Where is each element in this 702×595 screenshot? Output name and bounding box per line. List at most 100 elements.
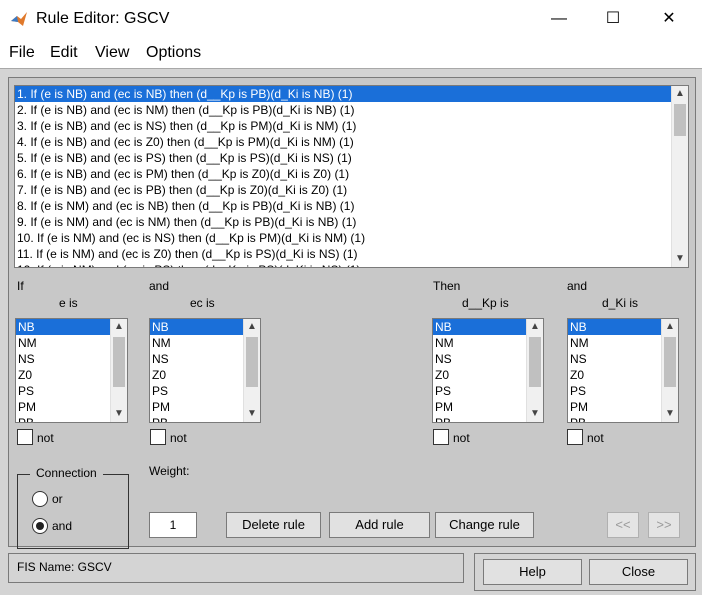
scroll-up-icon[interactable]: ▲ xyxy=(111,319,127,335)
window-title: Rule Editor: GSCV xyxy=(36,10,170,27)
matlab-icon xyxy=(11,12,27,26)
not-e-label: not xyxy=(37,431,54,445)
weight-label: Weight: xyxy=(149,464,190,478)
list-item[interactable]: Z0 xyxy=(433,367,526,383)
scroll-down-icon[interactable]: ▼ xyxy=(111,406,127,422)
fis-name-status: FIS Name: GSCV xyxy=(17,560,112,574)
scroll-up-icon[interactable]: ▲ xyxy=(662,319,678,335)
minimize-button[interactable]: — xyxy=(536,4,582,34)
list-item[interactable]: NM xyxy=(568,335,661,351)
help-button[interactable]: Help xyxy=(483,559,582,585)
list-scrollbar[interactable]: ▲ ▼ xyxy=(526,319,543,422)
list-item[interactable]: NS xyxy=(16,351,110,367)
rule-row[interactable]: 7. If (e is NB) and (ec is PB) then (d__… xyxy=(15,182,671,198)
close-button[interactable]: Close xyxy=(589,559,688,585)
scroll-down-icon[interactable]: ▼ xyxy=(672,251,688,267)
scroll-thumb[interactable] xyxy=(246,337,258,387)
scroll-thumb[interactable] xyxy=(529,337,541,387)
if-label: If xyxy=(17,279,24,293)
list-item[interactable]: NM xyxy=(150,335,243,351)
rule-row[interactable]: 4. If (e is NB) and (ec is Z0) then (d__… xyxy=(15,134,671,150)
radio-selected-icon xyxy=(36,522,44,530)
output-ki-list[interactable]: NBNMNSZ0PSPMPB ▲ ▼ xyxy=(567,318,679,423)
list-rows: NBNMNSZ0PSPMPB xyxy=(16,319,110,422)
list-item[interactable]: NB xyxy=(433,319,526,335)
list-item[interactable]: PM xyxy=(433,399,526,415)
list-item[interactable]: PB xyxy=(150,415,243,422)
list-scrollbar[interactable]: ▲ ▼ xyxy=(110,319,127,422)
list-item[interactable]: PS xyxy=(433,383,526,399)
input-e-list[interactable]: NBNMNSZ0PSPMPB ▲ ▼ xyxy=(15,318,128,423)
list-item[interactable]: PS xyxy=(150,383,243,399)
list-item[interactable]: NS xyxy=(150,351,243,367)
scroll-thumb[interactable] xyxy=(674,104,686,136)
list-rows: NBNMNSZ0PSPMPB xyxy=(568,319,661,422)
next-button[interactable]: >> xyxy=(648,512,680,538)
list-item[interactable]: Z0 xyxy=(568,367,661,383)
list-item[interactable]: NM xyxy=(433,335,526,351)
list-item[interactable]: NM xyxy=(16,335,110,351)
rules-scrollbar[interactable]: ▲ ▼ xyxy=(671,86,688,267)
list-item[interactable]: Z0 xyxy=(16,367,110,383)
or-radio[interactable] xyxy=(32,491,48,507)
list-item[interactable]: NB xyxy=(150,319,243,335)
change-rule-button[interactable]: Change rule xyxy=(435,512,534,538)
not-e-checkbox[interactable] xyxy=(17,429,33,445)
list-item[interactable]: PB xyxy=(16,415,110,422)
rule-row[interactable]: 8. If (e is NM) and (ec is NB) then (d__… xyxy=(15,198,671,214)
rule-row[interactable]: 11. If (e is NM) and (ec is Z0) then (d_… xyxy=(15,246,671,262)
scroll-down-icon[interactable]: ▼ xyxy=(662,406,678,422)
menu-options[interactable]: Options xyxy=(146,44,201,62)
rule-row[interactable]: 9. If (e is NM) and (ec is NM) then (d__… xyxy=(15,214,671,230)
scroll-thumb[interactable] xyxy=(113,337,125,387)
and-radio[interactable] xyxy=(32,518,48,534)
list-item[interactable]: Z0 xyxy=(150,367,243,383)
prev-button[interactable]: << xyxy=(607,512,639,538)
delete-rule-button[interactable]: Delete rule xyxy=(226,512,321,538)
scroll-down-icon[interactable]: ▼ xyxy=(244,406,260,422)
add-rule-button[interactable]: Add rule xyxy=(329,512,430,538)
rule-panel: 1. If (e is NB) and (ec is NB) then (d__… xyxy=(8,77,696,549)
list-item[interactable]: NS xyxy=(433,351,526,367)
list-scrollbar[interactable]: ▲ ▼ xyxy=(243,319,260,422)
rule-row[interactable]: 12. If (e is NM) and (ec is PS) then (d_… xyxy=(15,262,671,267)
list-item[interactable]: PS xyxy=(16,383,110,399)
not-kp-checkbox[interactable] xyxy=(433,429,449,445)
not-ec-checkbox[interactable] xyxy=(150,429,166,445)
list-item[interactable]: NB xyxy=(16,319,110,335)
weight-input[interactable]: 1 xyxy=(149,512,197,538)
rule-row[interactable]: 10. If (e is NM) and (ec is NS) then (d_… xyxy=(15,230,671,246)
not-ki-checkbox[interactable] xyxy=(567,429,583,445)
list-item[interactable]: NS xyxy=(568,351,661,367)
input-ec-list[interactable]: NBNMNSZ0PSPMPB ▲ ▼ xyxy=(149,318,261,423)
rule-row[interactable]: 3. If (e is NB) and (ec is NS) then (d__… xyxy=(15,118,671,134)
and-radio-label: and xyxy=(52,519,73,533)
rules-list[interactable]: 1. If (e is NB) and (ec is NB) then (d__… xyxy=(14,85,689,268)
list-item[interactable]: PB xyxy=(433,415,526,422)
rule-row[interactable]: 6. If (e is NB) and (ec is PM) then (d__… xyxy=(15,166,671,182)
scroll-up-icon[interactable]: ▲ xyxy=(244,319,260,335)
list-item[interactable]: PM xyxy=(16,399,110,415)
rule-row[interactable]: 1. If (e is NB) and (ec is NB) then (d__… xyxy=(15,86,671,102)
list-item[interactable]: PM xyxy=(150,399,243,415)
menu-view[interactable]: View xyxy=(95,44,129,62)
close-window-button[interactable]: ✕ xyxy=(646,4,692,34)
menu-edit[interactable]: Edit xyxy=(50,44,78,62)
rule-row[interactable]: 2. If (e is NB) and (ec is NM) then (d__… xyxy=(15,102,671,118)
list-scrollbar[interactable]: ▲ ▼ xyxy=(661,319,678,422)
output-kp-list[interactable]: NBNMNSZ0PSPMPB ▲ ▼ xyxy=(432,318,544,423)
menu-bar: File Edit View Options xyxy=(0,38,702,68)
scroll-down-icon[interactable]: ▼ xyxy=(527,406,543,422)
maximize-button[interactable]: ☐ xyxy=(590,4,636,34)
list-item[interactable]: PB xyxy=(568,415,661,422)
rule-row[interactable]: 5. If (e is NB) and (ec is PS) then (d__… xyxy=(15,150,671,166)
or-label: or xyxy=(52,492,63,506)
scroll-thumb[interactable] xyxy=(664,337,676,387)
list-item[interactable]: PS xyxy=(568,383,661,399)
scroll-up-icon[interactable]: ▲ xyxy=(672,86,688,102)
scroll-up-icon[interactable]: ▲ xyxy=(527,319,543,335)
list-item[interactable]: NB xyxy=(568,319,661,335)
client-area: 1. If (e is NB) and (ec is NB) then (d__… xyxy=(0,68,702,595)
menu-file[interactable]: File xyxy=(9,44,35,62)
list-item[interactable]: PM xyxy=(568,399,661,415)
